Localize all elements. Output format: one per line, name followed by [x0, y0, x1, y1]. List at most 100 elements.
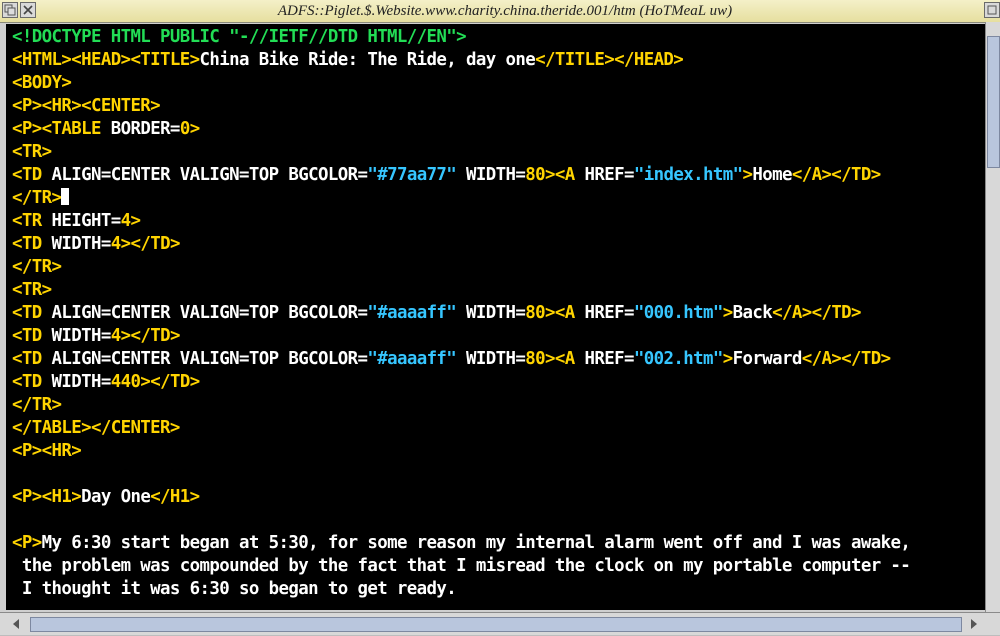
code-token: <P><TABLE — [12, 119, 101, 139]
horizontal-scrollbar[interactable] — [0, 612, 1000, 635]
code-token: ><A — [545, 349, 575, 369]
code-token: Back — [732, 303, 773, 323]
code-token: "#aaaaff" — [367, 303, 457, 323]
code-token: ></TD> — [120, 326, 181, 346]
code-token: <TR> — [12, 280, 52, 300]
vertical-scrollbar[interactable] — [985, 22, 1000, 612]
code-line: <TD WIDTH=4></TD> — [12, 325, 910, 348]
editor-window: ADFS::Piglet.$.Website.www.charity.china… — [0, 0, 1000, 635]
code-token: </TR> — [12, 257, 62, 277]
code-line: </TABLE></CENTER> — [12, 417, 910, 440]
window-title: ADFS::Piglet.$.Website.www.charity.china… — [277, 3, 733, 19]
code-token: Day One — [81, 487, 151, 507]
code-token: > — [722, 303, 733, 323]
code-token: </H1> — [150, 487, 200, 507]
code-line: <BODY> — [12, 72, 910, 95]
code-line: </TR> — [12, 187, 910, 210]
text-caret — [61, 188, 70, 205]
code-token: </TR> — [12, 395, 62, 415]
code-token: </A></TD> — [772, 303, 861, 323]
code-token: ><A — [545, 303, 575, 323]
code-line: <P><H1>Day One</H1> — [12, 486, 910, 509]
code-token: "002.htm" — [633, 349, 723, 369]
code-token: </A></TD> — [791, 165, 881, 185]
code-token: WIDTH= — [41, 234, 111, 254]
code-token: "#aaaaff" — [367, 349, 457, 369]
code-token: > — [189, 119, 200, 139]
code-token: <!DOCTYPE HTML PUBLIC "-//IETF//DTD HTML… — [12, 27, 467, 47]
code-line: <TD ALIGN=CENTER VALIGN=TOP BGCOLOR="#aa… — [12, 302, 910, 325]
code-token: <TD — [12, 349, 42, 369]
code-token: 80 — [525, 349, 546, 369]
code-token: BORDER= — [100, 119, 181, 139]
code-token: > — [742, 165, 753, 185]
code-line: </TR> — [12, 256, 910, 279]
code-line: the problem was compounded by the fact t… — [12, 555, 911, 578]
code-token: <TD — [12, 326, 42, 346]
code-token: WIDTH= — [456, 349, 526, 369]
code-token: My 6:30 start began at 5:30, for some re… — [41, 533, 911, 553]
code-token: HREF= — [574, 165, 635, 185]
code-token: China Bike Ride: The Ride, day one — [199, 50, 536, 70]
code-line: <P>My 6:30 start began at 5:30, for some… — [12, 532, 911, 555]
code-line: <P><TABLE BORDER=0> — [12, 118, 910, 141]
code-line: <HTML><HEAD><TITLE>China Bike Ride: The … — [12, 49, 910, 72]
code-token: 4 — [110, 234, 121, 254]
code-token: <P><H1> — [12, 487, 82, 507]
code-line: <TR> — [12, 141, 910, 164]
vertical-scroll-thumb[interactable] — [987, 36, 1000, 168]
scroll-left-arrow-icon[interactable] — [8, 616, 24, 632]
code-token: <TD — [12, 165, 42, 185]
code-token: 0 — [179, 119, 190, 139]
code-token: WIDTH= — [456, 165, 526, 185]
code-token: <P><HR> — [12, 441, 82, 461]
back-icon[interactable] — [2, 2, 18, 18]
scroll-right-arrow-icon[interactable] — [966, 616, 982, 632]
code-line: </TR> — [12, 394, 910, 417]
code-line: <TD WIDTH=4></TD> — [12, 233, 910, 256]
code-token: <TD — [12, 234, 42, 254]
code-token: 80 — [525, 303, 546, 323]
title-bar[interactable]: ADFS::Piglet.$.Website.www.charity.china… — [0, 0, 1000, 23]
code-line: <TD WIDTH=440></TD> — [12, 371, 910, 394]
code-token: <TD — [12, 303, 42, 323]
toggle-size-icon[interactable] — [984, 2, 1000, 18]
code-token: Home — [752, 165, 792, 185]
code-line: <TD ALIGN=CENTER VALIGN=TOP BGCOLOR="#aa… — [12, 348, 910, 371]
code-token: ALIGN=CENTER VALIGN=TOP BGCOLOR= — [41, 303, 368, 323]
code-token: HREF= — [574, 303, 635, 323]
code-token: 80 — [525, 165, 546, 185]
close-icon[interactable] — [20, 2, 36, 18]
code-token: the problem was compounded by the fact t… — [12, 556, 911, 576]
code-token: "000.htm" — [633, 303, 723, 323]
code-token: <TR> — [12, 142, 52, 162]
code-token: <P> — [12, 533, 42, 553]
code-token: > — [722, 349, 733, 369]
code-token: 4 — [110, 326, 121, 346]
code-token: ></TD> — [140, 372, 200, 392]
code-line: I thought it was 6:30 so began to get re… — [12, 578, 910, 601]
code-token: WIDTH= — [41, 372, 111, 392]
code-line: <TR HEIGHT=4> — [12, 210, 910, 233]
code-editor[interactable]: <!DOCTYPE HTML PUBLIC "-//IETF//DTD HTML… — [6, 24, 986, 610]
code-token: </A></TD> — [801, 349, 891, 369]
code-token: ><A — [545, 165, 575, 185]
code-token: </TR> — [12, 188, 62, 208]
code-lines: <!DOCTYPE HTML PUBLIC "-//IETF//DTD HTML… — [12, 26, 911, 601]
code-line: <P><HR> — [12, 440, 910, 463]
code-token: WIDTH= — [456, 303, 526, 323]
code-token: HREF= — [574, 349, 635, 369]
code-token: 4 — [120, 211, 131, 231]
code-token: "index.htm" — [633, 165, 743, 185]
code-token: I thought it was 6:30 so began to get re… — [12, 579, 457, 599]
code-line: <!DOCTYPE HTML PUBLIC "-//IETF//DTD HTML… — [12, 26, 910, 49]
code-line: <TR> — [12, 279, 910, 302]
code-token: <P><HR><CENTER> — [12, 96, 161, 116]
code-token: <TD — [12, 372, 42, 392]
horizontal-scroll-thumb[interactable] — [30, 617, 962, 632]
code-token: <HTML><HEAD><TITLE> — [12, 50, 200, 70]
code-token: Forward — [732, 349, 803, 369]
code-token: > — [130, 211, 141, 231]
